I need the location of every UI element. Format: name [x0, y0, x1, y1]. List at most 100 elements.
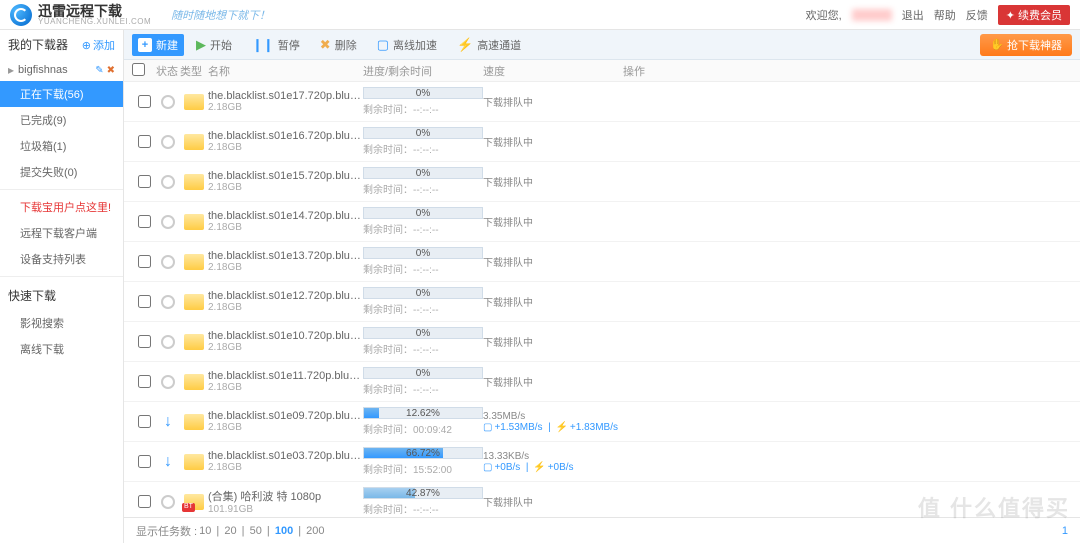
col-type: 类型 [180, 63, 208, 79]
pause-button[interactable]: ❙❙暂停 [244, 34, 308, 56]
row-checkbox[interactable] [138, 495, 151, 508]
file-type-icon [184, 334, 204, 350]
file-name: the.blacklist.s01e15.720p.bluray.x264-de… [208, 170, 363, 182]
file-type-icon [184, 214, 204, 230]
file-type-icon [184, 494, 204, 510]
offline-accel-button[interactable]: ▢离线加速 [369, 34, 445, 56]
row-checkbox[interactable] [138, 215, 151, 228]
download-row[interactable]: the.blacklist.s01e11.720p.bluray.x264-de… [124, 362, 1080, 402]
pagesize-option[interactable]: 50 [250, 525, 262, 537]
xunlei-logo-icon [10, 4, 32, 26]
sidebar-item-1[interactable]: 已完成(9) [0, 107, 123, 133]
row-checkbox[interactable] [138, 375, 151, 388]
edit-icon[interactable]: ✎ [95, 65, 103, 76]
download-row[interactable]: the.blacklist.s01e13.720p.bluray.x264-de… [124, 242, 1080, 282]
remaining-time: 剩余时间：00:09:42 [363, 421, 483, 436]
file-size: 2.18GB [208, 262, 363, 273]
footer: 显示任务数 : 10 | 20 | 50 | 100 | 200 1 [124, 517, 1080, 543]
download-row[interactable]: the.blacklist.s01e16.720p.bluray.x264-de… [124, 122, 1080, 162]
sidebar-link-2[interactable]: 设备支持列表 [0, 246, 123, 272]
row-checkbox[interactable] [138, 175, 151, 188]
pagesize-option[interactable]: 20 [224, 525, 236, 537]
pagesize-option[interactable]: 100 [275, 525, 293, 537]
bolt-icon: ⚡ [533, 462, 545, 473]
file-type-icon [184, 414, 204, 430]
add-device-button[interactable]: 添加 [82, 37, 115, 53]
app-subtitle: YUANCHENG.XUNLEI.COM [38, 18, 151, 26]
file-size: 2.18GB [208, 142, 363, 153]
screen-icon: ▢ [483, 422, 492, 433]
remaining-time: 剩余时间：--:--:-- [363, 141, 483, 156]
download-row[interactable]: the.blacklist.s01e10.720p.bluray.x264-de… [124, 322, 1080, 362]
quick-download-label: 快速下载 [0, 281, 123, 310]
delete-button[interactable]: ✖删除 [312, 34, 365, 56]
delete-icon[interactable]: ✖ [107, 65, 115, 76]
file-size: 2.18GB [208, 382, 363, 393]
logout-link[interactable]: 退出 [902, 7, 924, 23]
downloading-icon: ↓ [164, 453, 172, 471]
download-row[interactable]: the.blacklist.s01e14.720p.bluray.x264-de… [124, 202, 1080, 242]
new-button[interactable]: +新建 [132, 34, 184, 56]
grab-tool-button[interactable]: ✋抢下载神器 [980, 34, 1072, 56]
download-row[interactable]: the.blacklist.s01e17.720p.bluray.x264-de… [124, 82, 1080, 122]
pagesize-option[interactable]: 10 [199, 525, 211, 537]
file-size: 2.18GB [208, 222, 363, 233]
pause-icon: ❙❙ [252, 37, 274, 53]
file-size: 2.18GB [208, 422, 363, 433]
device-name: bigfishnas [18, 64, 91, 76]
feedback-link[interactable]: 反馈 [966, 7, 988, 23]
speed-text: 下载排队中 [483, 294, 623, 309]
sidebar-item-2[interactable]: 垃圾箱(1) [0, 133, 123, 159]
speed-text: 下载排队中 [483, 374, 623, 389]
quick-item-1[interactable]: 离线下载 [0, 336, 123, 362]
remaining-time: 剩余时间：--:--:-- [363, 221, 483, 236]
pagesize-label: 显示任务数 : [136, 523, 197, 539]
chevron-icon: ▸ [8, 63, 14, 77]
screen-icon: ▢ [483, 462, 492, 473]
col-progress: 进度/剩余时间 [363, 63, 483, 79]
download-row[interactable]: the.blacklist.s01e15.720p.bluray.x264-de… [124, 162, 1080, 202]
file-name: the.blacklist.s01e09.720p.bluray.x264-de… [208, 410, 363, 422]
row-checkbox[interactable] [138, 95, 151, 108]
device-row[interactable]: ▸ bigfishnas ✎ ✖ [0, 59, 123, 81]
download-row[interactable]: ↓ the.blacklist.s01e09.720p.bluray.x264-… [124, 402, 1080, 442]
row-checkbox[interactable] [138, 415, 151, 428]
progress-bar: 0% [363, 367, 483, 379]
row-checkbox[interactable] [138, 135, 151, 148]
row-checkbox[interactable] [138, 455, 151, 468]
sidebar-item-3[interactable]: 提交失败(0) [0, 159, 123, 185]
file-size: 101.91GB [208, 504, 363, 515]
download-row[interactable]: (合集) 哈利波 特 1080p101.91GB 42.87% 剩余时间：--:… [124, 482, 1080, 517]
progress-bar: 0% [363, 287, 483, 299]
logo[interactable]: 迅雷远程下载 YUANCHENG.XUNLEI.COM [10, 4, 151, 26]
waiting-icon [161, 335, 175, 349]
start-button[interactable]: ▶开始 [188, 34, 240, 56]
col-status: 状态 [156, 63, 180, 79]
progress-bar: 12.62% [363, 407, 483, 419]
progress-bar: 0% [363, 127, 483, 139]
remaining-time: 剩余时间：--:--:-- [363, 501, 483, 516]
toolbar: +新建 ▶开始 ❙❙暂停 ✖删除 ▢离线加速 ⚡高速通道 ✋抢下载神器 [124, 30, 1080, 60]
select-all-checkbox[interactable] [132, 63, 145, 76]
my-downloaders-label: 我的下载器 [8, 36, 68, 53]
sidebar-item-0[interactable]: 正在下载(56) [0, 81, 123, 107]
download-row[interactable]: ↓ the.blacklist.s01e03.720p.bluray.x264-… [124, 442, 1080, 482]
file-size: 2.18GB [208, 182, 363, 193]
row-checkbox[interactable] [138, 295, 151, 308]
waiting-icon [161, 135, 175, 149]
waiting-icon [161, 495, 175, 509]
quick-item-0[interactable]: 影视搜索 [0, 310, 123, 336]
file-size: 2.18GB [208, 342, 363, 353]
help-link[interactable]: 帮助 [934, 7, 956, 23]
hispeed-button[interactable]: ⚡高速通道 [449, 34, 529, 56]
page-number[interactable]: 1 [1062, 525, 1068, 537]
renew-button[interactable]: ✦ 续费会员 [998, 5, 1070, 25]
download-row[interactable]: the.blacklist.s01e12.720p.bluray.x264-de… [124, 282, 1080, 322]
sidebar-link-0[interactable]: 下载宝用户点这里! [0, 194, 123, 220]
row-checkbox[interactable] [138, 255, 151, 268]
progress-bar: 0% [363, 327, 483, 339]
sidebar-link-1[interactable]: 远程下载客户端 [0, 220, 123, 246]
pagesize-option[interactable]: 200 [306, 525, 324, 537]
row-checkbox[interactable] [138, 335, 151, 348]
col-name: 名称 [208, 63, 363, 79]
